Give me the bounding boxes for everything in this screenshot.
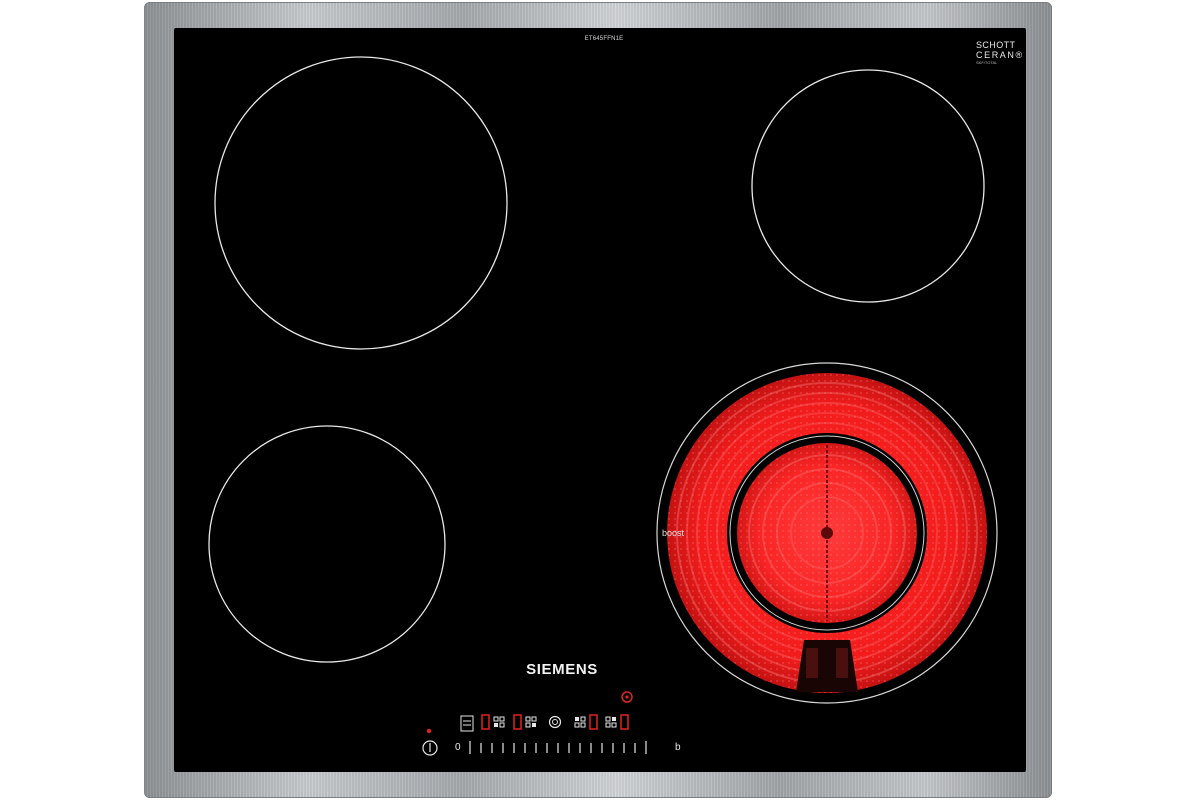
zone-back-right-outline: [751, 69, 985, 303]
schott-ceran-logo: SCHOTT CERAN® SKF/TOTAL: [976, 40, 1024, 66]
childlock-icon[interactable]: [460, 715, 474, 732]
zone-selector-icon-4[interactable]: [605, 716, 617, 728]
power-level-slider[interactable]: [469, 741, 647, 754]
zone-selector-icon-2[interactable]: [525, 716, 537, 728]
model-code: ET645FFN1E: [584, 36, 624, 42]
boost-key-label[interactable]: b: [675, 743, 681, 753]
zone-display-4: [620, 714, 629, 730]
schott-text: SCHOTT: [976, 40, 1016, 50]
boost-label: boost: [662, 528, 685, 538]
zone-rear-left-outline: [208, 425, 446, 663]
cooking-zones-layer: [208, 56, 998, 756]
zone-front-right-active: [656, 362, 998, 704]
zone-front-left-outline: [214, 56, 508, 350]
zone-selector-icon-3[interactable]: [574, 716, 586, 728]
zone-display-1: [481, 714, 490, 730]
zone-display-2: [513, 714, 522, 730]
power-icon[interactable]: [422, 740, 438, 756]
timer-dial-icon[interactable]: [548, 715, 562, 729]
zone-selector-icon-1[interactable]: [493, 716, 505, 728]
certification-fine-print: SKF/TOTAL: [976, 60, 998, 65]
ceran-text: CERAN®: [976, 50, 1024, 60]
slider-start-label: 0: [455, 742, 461, 753]
brand-logo: SIEMENS: [526, 661, 598, 678]
zone-display-3: [589, 714, 598, 730]
power-indicator-dot: [426, 728, 432, 734]
